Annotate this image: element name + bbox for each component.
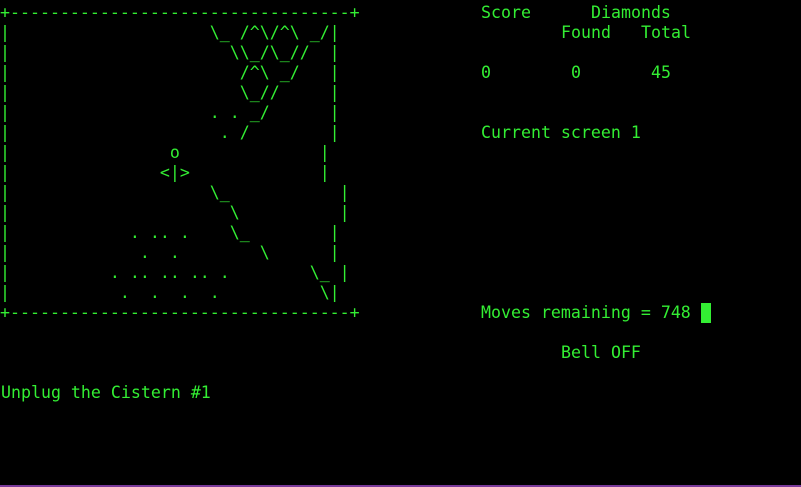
moves-remaining-label: Moves remaining = 748 xyxy=(481,303,691,322)
diamonds-total-value: 45 xyxy=(651,63,671,82)
playfield-row: +----------------------------------+ xyxy=(0,3,360,22)
playfield-row: | . .. .. .. . \_ | xyxy=(0,263,350,282)
playfield-row: | . . _/ | xyxy=(0,103,340,122)
diamonds-found-value: 0 xyxy=(571,63,581,82)
terminal-screen[interactable]: +----------------------------------+ | \… xyxy=(0,0,801,485)
playfield-row: +----------------------------------+ xyxy=(0,303,360,322)
playfield-row: | . / | xyxy=(0,123,340,142)
playfield-row: | o | xyxy=(0,143,330,162)
playfield-row: | \ | xyxy=(0,203,350,222)
playfield-row: | /^\ _/ | xyxy=(0,63,340,82)
level-name: Unplug the Cistern #1 xyxy=(1,383,211,402)
playfield-row: | . .. . \_ | xyxy=(0,223,340,242)
playfield-row: | . . \ | xyxy=(0,243,340,262)
score-value: 0 xyxy=(481,63,491,82)
current-screen-label: Current screen 1 xyxy=(481,123,641,142)
bell-status: Bell OFF xyxy=(561,343,641,362)
found-header: Found xyxy=(561,23,611,42)
playfield-row: | <|> | xyxy=(0,163,330,182)
playfield-row: | \\_/\_// | xyxy=(0,43,340,62)
total-header: Total xyxy=(641,23,691,42)
playfield-row: | \_ | xyxy=(0,183,350,202)
playfield-row: | \_ /^\/^\ _/| xyxy=(0,23,340,42)
text-cursor xyxy=(701,303,711,323)
score-header: Score xyxy=(481,3,531,22)
playfield-row: | \_// | xyxy=(0,83,340,102)
playfield-row: | . . . . \| xyxy=(0,283,340,302)
diamonds-header: Diamonds xyxy=(591,3,671,22)
